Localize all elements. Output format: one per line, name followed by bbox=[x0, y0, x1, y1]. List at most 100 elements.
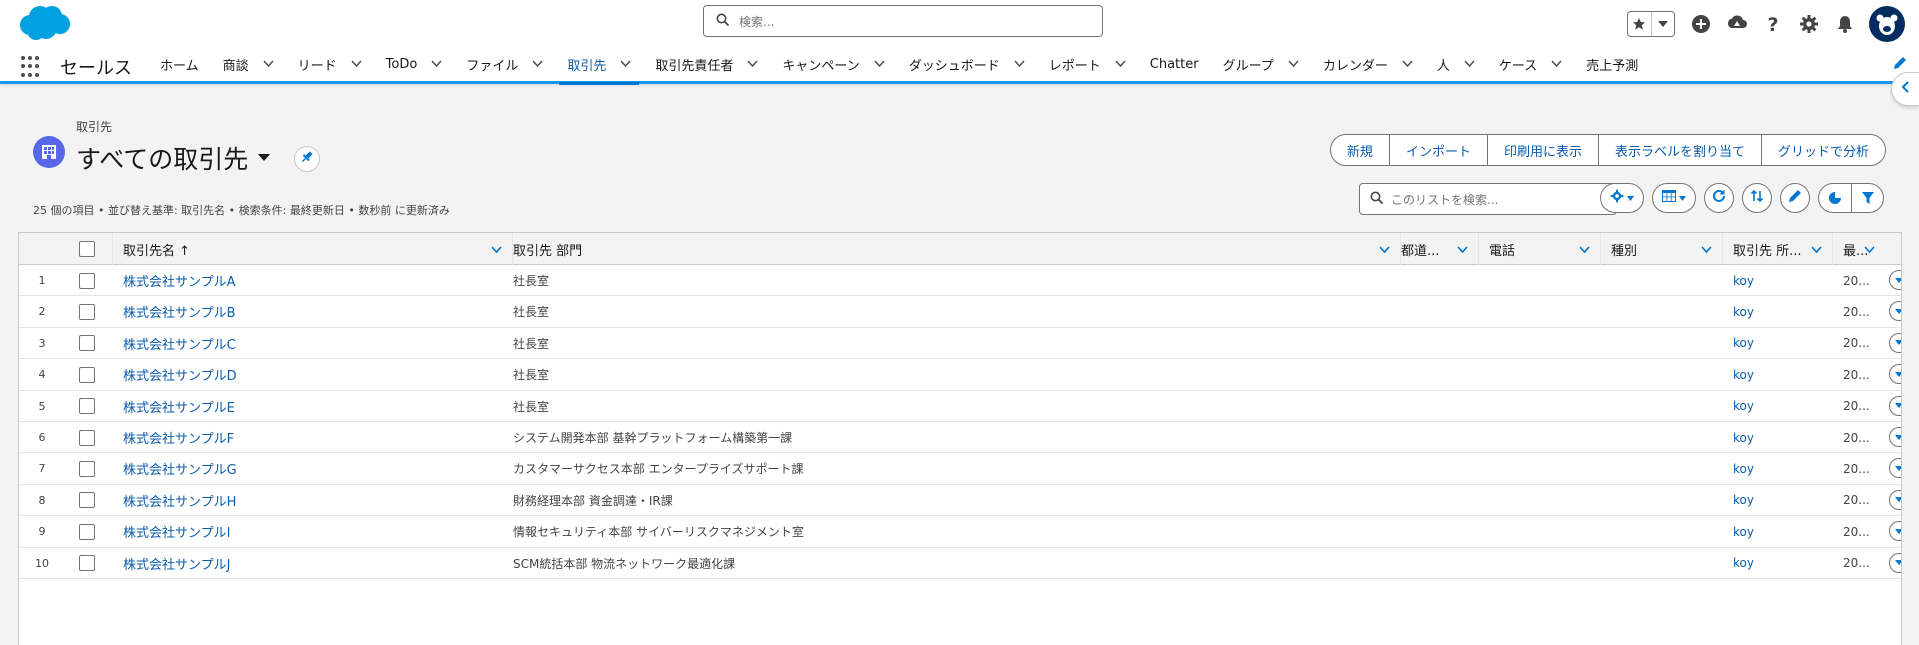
owner-link[interactable]: koy bbox=[1733, 296, 1754, 327]
nav-tab-5[interactable]: 取引先 bbox=[555, 44, 643, 85]
chevron-down-icon[interactable] bbox=[491, 243, 502, 258]
favorites-dropdown-icon[interactable] bbox=[1650, 12, 1675, 36]
nav-tab-15[interactable]: 売上予測 bbox=[1574, 44, 1650, 84]
chevron-down-icon[interactable] bbox=[263, 60, 274, 68]
favorites-star-icon[interactable] bbox=[1628, 12, 1651, 36]
nav-tab-12[interactable]: カレンダー bbox=[1311, 44, 1425, 84]
chevron-down-icon[interactable] bbox=[1014, 60, 1025, 68]
nav-tab-8[interactable]: ダッシュボード bbox=[897, 44, 1037, 84]
chevron-down-icon[interactable] bbox=[532, 60, 543, 68]
nav-tab-6[interactable]: 取引先責任者 bbox=[643, 44, 770, 84]
chevron-down-icon[interactable] bbox=[1288, 60, 1299, 68]
row-actions-button[interactable] bbox=[1889, 552, 1901, 573]
owner-link[interactable]: koy bbox=[1733, 265, 1754, 296]
list-action-button[interactable]: グリッドで分析 bbox=[1760, 135, 1885, 165]
row-checkbox[interactable] bbox=[79, 429, 95, 446]
list-settings-button[interactable] bbox=[1600, 183, 1644, 213]
row-checkbox[interactable] bbox=[79, 303, 95, 320]
nav-tab-11[interactable]: グループ bbox=[1211, 44, 1311, 84]
account-name-link[interactable]: 株式会社サンプルB bbox=[123, 296, 236, 327]
row-actions-button[interactable] bbox=[1889, 521, 1901, 542]
display-as-button[interactable] bbox=[1652, 183, 1696, 213]
account-name-link[interactable]: 株式会社サンプルE bbox=[123, 391, 235, 422]
list-action-button[interactable]: 表示ラベルを割り当て bbox=[1597, 135, 1761, 165]
account-name-link[interactable]: 株式会社サンプルD bbox=[123, 359, 237, 390]
column-header-owner[interactable]: 取引先 所... bbox=[1723, 233, 1833, 265]
nav-tab-13[interactable]: 人 bbox=[1425, 44, 1487, 84]
list-action-button[interactable]: インポート bbox=[1388, 135, 1487, 165]
chevron-down-icon[interactable] bbox=[874, 60, 885, 68]
filter-icon[interactable] bbox=[1851, 184, 1883, 212]
row-checkbox[interactable] bbox=[79, 398, 95, 415]
account-name-link[interactable]: 株式会社サンプルF bbox=[123, 422, 234, 453]
nav-tab-2[interactable]: リード bbox=[286, 44, 374, 84]
list-action-button[interactable]: 印刷用に表示 bbox=[1486, 135, 1598, 165]
nav-tab-14[interactable]: ケース bbox=[1487, 44, 1574, 84]
row-checkbox[interactable] bbox=[79, 460, 95, 477]
sort-button[interactable] bbox=[1742, 183, 1772, 213]
nav-tab-7[interactable]: キャンペーン bbox=[770, 44, 896, 84]
row-actions-button[interactable] bbox=[1889, 458, 1901, 479]
nav-tab-10[interactable]: Chatter bbox=[1138, 44, 1211, 84]
owner-link[interactable]: koy bbox=[1733, 391, 1754, 422]
owner-link[interactable]: koy bbox=[1733, 485, 1754, 516]
row-checkbox[interactable] bbox=[79, 492, 95, 509]
account-name-link[interactable]: 株式会社サンプルC bbox=[123, 328, 236, 359]
chevron-down-icon[interactable] bbox=[351, 60, 362, 68]
help-icon[interactable]: ? bbox=[1755, 8, 1791, 40]
row-actions-button[interactable] bbox=[1889, 427, 1901, 447]
nav-tab-9[interactable]: レポート bbox=[1037, 44, 1138, 84]
chevron-down-icon[interactable] bbox=[1551, 60, 1562, 68]
nav-tab-3[interactable]: ToDo bbox=[374, 44, 455, 84]
chevron-down-icon[interactable] bbox=[1864, 243, 1875, 258]
chevron-down-icon[interactable] bbox=[1579, 243, 1590, 258]
global-search-input[interactable]: 検索... bbox=[703, 5, 1103, 37]
inline-edit-button[interactable] bbox=[1780, 183, 1810, 213]
row-actions-button[interactable] bbox=[1889, 364, 1901, 385]
user-avatar[interactable] bbox=[1869, 6, 1905, 42]
account-name-link[interactable]: 株式会社サンプルA bbox=[123, 265, 236, 296]
owner-link[interactable]: koy bbox=[1733, 328, 1754, 359]
nav-tab-4[interactable]: ファイル bbox=[454, 44, 555, 84]
owner-link[interactable]: koy bbox=[1733, 422, 1754, 453]
row-checkbox[interactable] bbox=[79, 523, 95, 540]
column-header-type[interactable]: 種別 bbox=[1601, 233, 1723, 265]
app-launcher-grid-icon[interactable] bbox=[21, 56, 43, 78]
setup-gear-icon[interactable] bbox=[1791, 8, 1827, 40]
side-panel-toggle[interactable] bbox=[1891, 72, 1919, 106]
row-actions-button[interactable] bbox=[1889, 395, 1901, 416]
chevron-down-icon[interactable] bbox=[747, 60, 758, 68]
notifications-bell-icon[interactable] bbox=[1827, 8, 1863, 40]
chevron-down-icon[interactable] bbox=[1379, 243, 1390, 258]
column-header-phone[interactable]: 電話 bbox=[1479, 233, 1601, 265]
list-action-button[interactable]: 新規 bbox=[1331, 135, 1389, 165]
select-all-checkbox[interactable] bbox=[79, 241, 95, 257]
chevron-down-icon[interactable] bbox=[1115, 60, 1126, 68]
row-checkbox[interactable] bbox=[79, 272, 95, 289]
chevron-down-icon[interactable] bbox=[620, 60, 631, 68]
list-view-title[interactable]: すべての取引先 bbox=[76, 140, 271, 176]
owner-link[interactable]: koy bbox=[1733, 453, 1754, 484]
nav-tab-0[interactable]: ホーム bbox=[148, 44, 211, 84]
column-header-account-name[interactable]: 取引先名 ↑ bbox=[113, 233, 513, 265]
chevron-down-icon[interactable] bbox=[431, 60, 442, 68]
account-name-link[interactable]: 株式会社サンプルG bbox=[123, 453, 237, 484]
chevron-down-icon[interactable] bbox=[1811, 243, 1822, 258]
chevron-down-icon[interactable] bbox=[1464, 60, 1475, 68]
account-name-link[interactable]: 株式会社サンプルI bbox=[123, 516, 230, 547]
chart-pie-icon[interactable] bbox=[1819, 184, 1851, 212]
trailhead-icon[interactable] bbox=[1719, 8, 1755, 40]
chevron-down-icon[interactable] bbox=[1402, 60, 1413, 68]
pin-list-view-button[interactable] bbox=[294, 146, 320, 172]
row-actions-button[interactable] bbox=[1889, 301, 1901, 322]
global-create-icon[interactable] bbox=[1683, 8, 1719, 40]
list-search-input[interactable]: このリストを検索... bbox=[1359, 183, 1617, 215]
row-checkbox[interactable] bbox=[79, 555, 95, 572]
chevron-down-icon[interactable] bbox=[1701, 243, 1712, 258]
account-name-link[interactable]: 株式会社サンプルH bbox=[123, 485, 236, 516]
owner-link[interactable]: koy bbox=[1733, 359, 1754, 390]
column-header-last-modified[interactable]: 最... bbox=[1833, 233, 1901, 265]
salesforce-logo[interactable] bbox=[14, 3, 74, 43]
row-checkbox[interactable] bbox=[79, 335, 95, 352]
chevron-down-icon[interactable] bbox=[1457, 243, 1468, 258]
